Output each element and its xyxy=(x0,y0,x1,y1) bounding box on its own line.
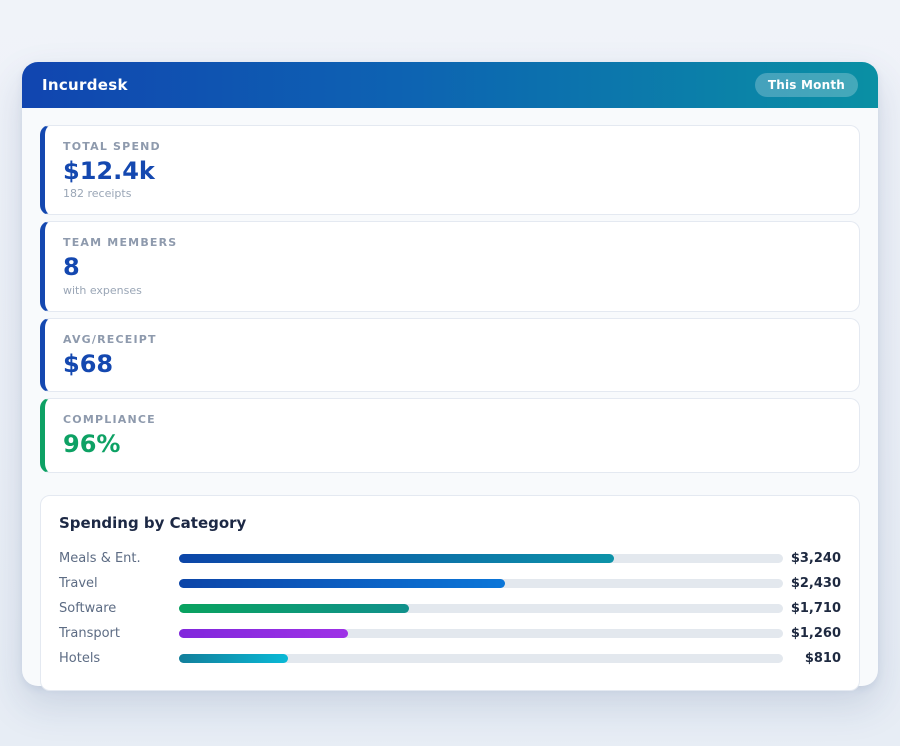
stat-label: TEAM MEMBERS xyxy=(63,236,841,249)
chart-row: Software $1,710 xyxy=(59,596,841,621)
stat-card: TOTAL SPEND $12.4k 182 receipts xyxy=(40,125,860,215)
bar-fill xyxy=(179,554,614,563)
stat-label: AVG/RECEIPT xyxy=(63,333,841,346)
stat-card: TEAM MEMBERS 8 with expenses xyxy=(40,221,860,311)
category-value: $810 xyxy=(783,651,841,666)
stat-card: AVG/RECEIPT $68 xyxy=(40,318,860,392)
chart-rows: Meals & Ent. $3,240 Travel $2,430 Softwa… xyxy=(59,546,841,671)
category-value: $1,710 xyxy=(783,601,841,616)
bar-fill xyxy=(179,604,409,613)
category-label: Meals & Ent. xyxy=(59,551,179,566)
chart-row: Transport $1,260 xyxy=(59,621,841,646)
bar-track xyxy=(179,629,783,638)
category-value: $3,240 xyxy=(783,551,841,566)
dashboard-content: TOTAL SPEND $12.4k 182 receipts TEAM MEM… xyxy=(22,108,878,708)
stats-list: TOTAL SPEND $12.4k 182 receipts TEAM MEM… xyxy=(40,125,860,473)
bar-track xyxy=(179,579,783,588)
stat-subtext: 182 receipts xyxy=(63,187,841,200)
category-value: $1,260 xyxy=(783,626,841,641)
dashboard-panel: Incurdesk This Month TOTAL SPEND $12.4k … xyxy=(22,62,878,686)
chart-title: Spending by Category xyxy=(59,514,841,532)
stat-value: 96% xyxy=(63,431,841,457)
category-label: Travel xyxy=(59,576,179,591)
bar-track xyxy=(179,554,783,563)
bar-fill xyxy=(179,654,288,663)
app-title: Incurdesk xyxy=(42,76,128,94)
chart-row: Hotels $810 xyxy=(59,646,841,671)
spending-by-category-card: Spending by Category Meals & Ent. $3,240… xyxy=(40,495,860,691)
stat-subtext: with expenses xyxy=(63,284,841,297)
category-label: Hotels xyxy=(59,651,179,666)
stat-card: COMPLIANCE 96% xyxy=(40,398,860,472)
chart-row: Meals & Ent. $3,240 xyxy=(59,546,841,571)
bar-track xyxy=(179,604,783,613)
stat-label: COMPLIANCE xyxy=(63,413,841,426)
category-value: $2,430 xyxy=(783,576,841,591)
period-badge[interactable]: This Month xyxy=(755,73,858,97)
bar-fill xyxy=(179,579,505,588)
bar-fill xyxy=(179,629,348,638)
stat-label: TOTAL SPEND xyxy=(63,140,841,153)
category-label: Transport xyxy=(59,626,179,641)
chart-row: Travel $2,430 xyxy=(59,571,841,596)
app-header: Incurdesk This Month xyxy=(22,62,878,108)
category-label: Software xyxy=(59,601,179,616)
stat-value: 8 xyxy=(63,254,841,280)
stat-value: $12.4k xyxy=(63,158,841,184)
stat-value: $68 xyxy=(63,351,841,377)
bar-track xyxy=(179,654,783,663)
